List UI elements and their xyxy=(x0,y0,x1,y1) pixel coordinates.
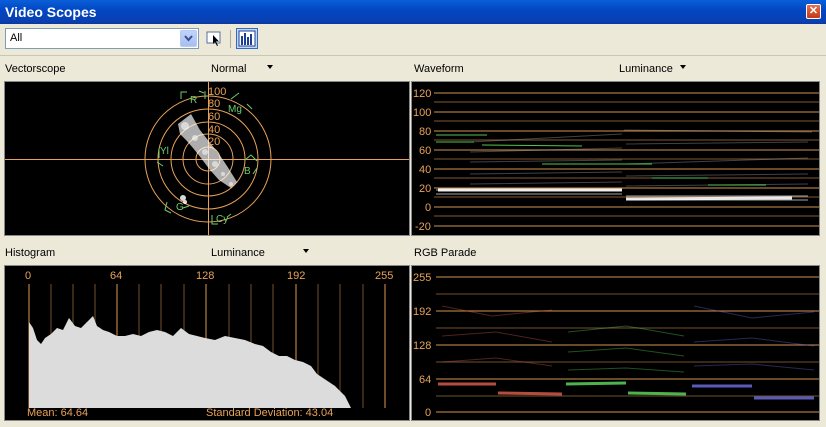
histogram-mode[interactable]: Luminance xyxy=(211,247,265,259)
vector-target-label: G xyxy=(176,202,184,213)
vector-target-label: B xyxy=(244,166,251,177)
chevron-down-icon[interactable] xyxy=(180,30,197,47)
vectorscope-mode[interactable]: Normal xyxy=(211,63,246,75)
chart-bars-icon xyxy=(238,30,256,47)
vector-target-label: R xyxy=(190,95,197,106)
vectorscope-display: 100 80 60 40 20 R Mg Yl B G Cy xyxy=(4,81,410,236)
vector-target-label: Yl xyxy=(160,146,169,157)
source-select-value: All xyxy=(10,32,23,44)
blue-channel-trace xyxy=(692,305,815,400)
waveform-y-tick: -20 xyxy=(415,221,431,233)
vector-ring-label: 80 xyxy=(208,98,220,110)
waveform-mode-dropdown-icon[interactable] xyxy=(680,65,686,69)
vector-ring-label: 40 xyxy=(208,124,220,136)
waveform-label: Waveform xyxy=(414,63,464,75)
histogram-header: Histogram Luminance xyxy=(0,241,409,265)
waveform-y-tick: 0 xyxy=(425,202,431,214)
window-title: Video Scopes xyxy=(5,4,97,20)
vector-ring-label: 20 xyxy=(208,136,220,148)
green-channel-trace xyxy=(565,325,687,396)
rgb-y-tick: 64 xyxy=(419,374,431,386)
histogram-display: 0 64 128 192 255 Mean: 64.64 Standard De… xyxy=(4,265,410,421)
cursor-select-icon xyxy=(206,31,221,46)
waveform-display: 120 100 80 60 40 20 0 -20 xyxy=(411,81,820,236)
histogram-bars xyxy=(29,316,351,408)
vectorscope-mode-dropdown-icon[interactable] xyxy=(267,65,273,69)
histogram-mean: Mean: 64.64 xyxy=(27,407,89,419)
waveform-mode[interactable]: Luminance xyxy=(619,63,673,75)
histogram-x-tick: 192 xyxy=(287,270,305,282)
histogram-x-tick: 0 xyxy=(25,270,31,282)
waveform-y-tick: 20 xyxy=(419,183,431,195)
rgb-parade-display: 255 192 128 64 0 xyxy=(411,265,820,421)
waveform-y-tick: 80 xyxy=(419,126,431,138)
vector-target-label: Mg xyxy=(228,104,242,115)
vectorscope-header: Vectorscope Normal xyxy=(0,57,409,81)
histogram-x-tick: 128 xyxy=(196,270,214,282)
rgb-parade-header: RGB Parade xyxy=(409,241,826,265)
rgb-y-tick: 128 xyxy=(413,340,431,352)
histogram-std-dev: Standard Deviation: 43.04 xyxy=(206,407,334,419)
source-select[interactable]: All xyxy=(5,28,199,49)
vector-target-label: Cy xyxy=(216,214,228,225)
waveform-y-tick: 100 xyxy=(413,107,431,119)
rgb-y-tick: 255 xyxy=(413,272,431,284)
rgb-y-tick: 0 xyxy=(425,407,431,419)
waveform-y-tick: 40 xyxy=(419,164,431,176)
waveform-y-tick: 120 xyxy=(413,88,431,100)
close-icon[interactable]: ✕ xyxy=(806,4,821,19)
vector-ring-label: 100 xyxy=(208,86,226,98)
vector-ring-label: 60 xyxy=(208,111,220,123)
rgb-y-tick: 192 xyxy=(413,306,431,318)
vectorscope-label: Vectorscope xyxy=(5,63,66,75)
histogram-mode-dropdown-icon[interactable] xyxy=(303,249,309,253)
title-bar: Video Scopes ✕ xyxy=(0,0,826,24)
rgb-parade-label: RGB Parade xyxy=(414,247,477,259)
histogram-label: Histogram xyxy=(5,247,56,259)
waveform-header: Waveform Luminance xyxy=(409,57,826,81)
pick-cursor-button[interactable] xyxy=(205,29,224,48)
histogram-x-tick: 255 xyxy=(375,270,393,282)
scope-layout-button[interactable] xyxy=(236,28,258,49)
toolbar-separator xyxy=(230,30,231,48)
histogram-x-tick: 64 xyxy=(110,270,122,282)
red-channel-trace xyxy=(438,305,563,396)
waveform-y-tick: 60 xyxy=(419,145,431,157)
toolbar: All xyxy=(0,24,826,56)
